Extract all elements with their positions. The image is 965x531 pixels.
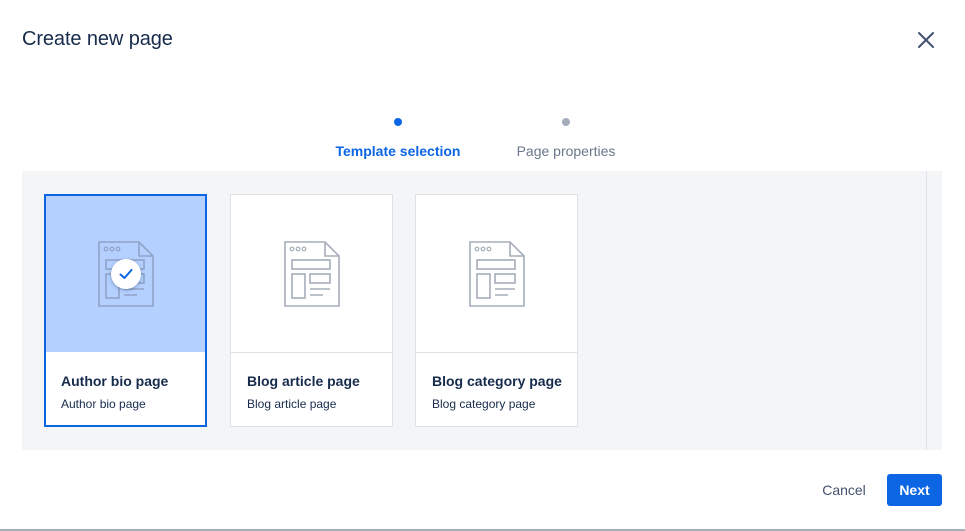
close-button[interactable] <box>912 26 940 54</box>
template-thumbnail <box>231 195 392 353</box>
page-template-icon <box>283 240 340 307</box>
step-page-properties: Page properties <box>506 114 626 159</box>
template-thumbnail <box>46 196 205 352</box>
next-button[interactable]: Next <box>887 474 942 506</box>
template-description: Blog category page <box>432 397 536 411</box>
template-description: Author bio page <box>61 397 146 411</box>
gallery-scrollbar[interactable] <box>926 171 927 450</box>
page-template-icon <box>468 240 525 307</box>
template-card-blog-category[interactable]: Blog category page Blog category page <box>415 194 578 427</box>
dialog-title: Create new page <box>22 28 173 50</box>
template-gallery: Author bio page Author bio page Blog art… <box>22 171 942 450</box>
step-dot-active <box>394 118 402 126</box>
step-template-selection: Template selection <box>334 114 462 159</box>
close-icon <box>918 32 934 48</box>
template-name: Author bio page <box>61 373 169 389</box>
template-card-author-bio[interactable]: Author bio page Author bio page <box>44 194 207 427</box>
template-name: Blog article page <box>247 373 360 389</box>
step-dot-inactive <box>562 118 570 126</box>
selected-check-icon <box>111 259 141 289</box>
template-name: Blog category page <box>432 373 562 389</box>
progress-tracker: Template selection Page properties <box>0 114 965 164</box>
create-page-dialog: Create new page Template selection Page … <box>0 0 965 529</box>
template-card-blog-article[interactable]: Blog article page Blog article page <box>230 194 393 427</box>
step-label: Template selection <box>335 143 461 159</box>
step-label: Page properties <box>516 143 616 159</box>
template-description: Blog article page <box>247 397 337 411</box>
cancel-button[interactable]: Cancel <box>810 474 878 506</box>
template-thumbnail <box>416 195 577 353</box>
